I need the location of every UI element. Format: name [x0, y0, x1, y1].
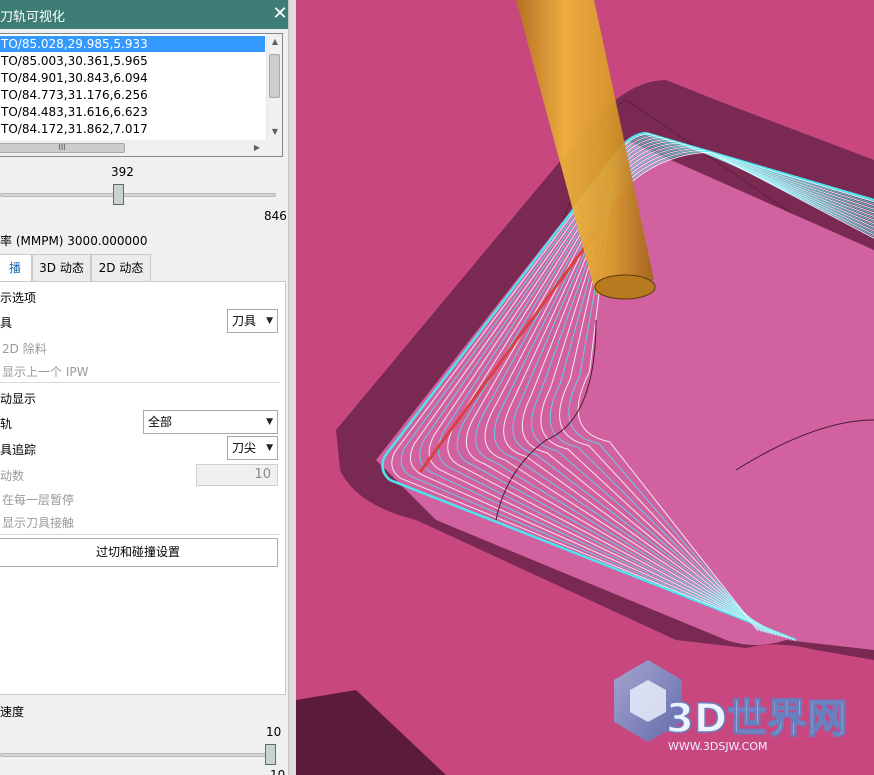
tool-trace-dropdown[interactable]: 刀尖 ▼ — [227, 436, 278, 460]
divider — [0, 382, 280, 383]
divider — [0, 534, 280, 535]
tool-trace-dropdown-value: 刀尖 — [232, 441, 257, 455]
scroll-down-icon[interactable]: ▼ — [267, 124, 283, 140]
scroll-up-icon[interactable]: ▲ — [267, 34, 283, 50]
toolpath-listbox[interactable]: TO/85.028,29.985,5.933 TO/85.003,30.361,… — [0, 33, 283, 157]
list-item[interactable]: TO/84.901,30.843,6.094 — [0, 70, 265, 86]
panel-splitter[interactable] — [288, 0, 296, 775]
feed-rate-label: 率 (MMPM) 3000.000000 — [0, 234, 148, 248]
tool-label: 具 — [0, 316, 13, 330]
position-slider-value: 392 — [111, 165, 134, 179]
toolpath-scene: 3D世界网 WWW.3DSJW.COM — [296, 0, 874, 775]
toolpath-label: 轨 — [0, 417, 13, 431]
toolpath-dropdown[interactable]: 全部 ▼ — [143, 410, 278, 434]
list-item[interactable]: TO/84.483,31.616,6.623 — [0, 104, 265, 120]
show-prev-ipw-checkbox-label[interactable]: 显示上一个 IPW — [2, 363, 88, 380]
tab-2d-dynamic[interactable]: 2D 动态 — [91, 254, 151, 281]
dialog-titlebar: 刀轨可视化 ✕ — [0, 0, 288, 29]
list-item[interactable]: TO/84.773,31.176,6.256 — [0, 87, 265, 103]
display-options-header: 示选项 — [0, 291, 37, 305]
speed-slider-track[interactable] — [0, 753, 276, 757]
watermark-url: WWW.3DSJW.COM — [668, 740, 768, 753]
gouge-collision-settings-button[interactable]: 过切和碰撞设置 — [0, 538, 278, 567]
position-slider-max: 846 — [264, 209, 287, 223]
scrollbar-corner — [266, 140, 282, 156]
show-tool-contact-checkbox-label[interactable]: 显示刀具接触 — [2, 514, 74, 531]
list-item[interactable]: TO/84.172,31.862,7.017 — [0, 121, 265, 137]
watermark-brand: 3D世界网 — [666, 696, 847, 742]
close-icon[interactable]: ✕ — [270, 4, 288, 24]
speed-slider-value: 10 — [266, 725, 282, 739]
toolpath-dropdown-value: 全部 — [148, 415, 173, 429]
scrollbar-thumb[interactable]: III — [0, 143, 125, 153]
motion-count-label: 动数 — [0, 469, 25, 483]
tab-strip: 播 3D 动态 2D 动态 — [0, 254, 288, 282]
toolpath-visualization-dialog: 刀轨可视化 ✕ TO/85.028,29.985,5.933 TO/85.003… — [0, 0, 288, 775]
chevron-down-icon: ▼ — [266, 316, 273, 326]
scroll-right-icon[interactable]: ▶ — [249, 140, 265, 156]
motion-display-header: 动显示 — [0, 392, 37, 406]
chevron-down-icon: ▼ — [266, 443, 273, 453]
speed-slider-thumb[interactable] — [265, 744, 276, 765]
position-slider-thumb[interactable] — [113, 184, 124, 205]
tab-3d-dynamic[interactable]: 3D 动态 — [32, 254, 91, 281]
vertical-scrollbar[interactable]: ▲ ▼ — [266, 34, 282, 140]
remove-2d-checkbox-label[interactable]: 2D 除料 — [2, 340, 47, 357]
dialog-title: 刀轨可视化 — [0, 10, 66, 25]
tool-trace-label: 具追踪 — [0, 443, 37, 457]
horizontal-scrollbar[interactable]: III ▶ — [0, 140, 266, 156]
graphics-viewport[interactable]: 3D世界网 WWW.3DSJW.COM — [296, 0, 874, 775]
pause-each-layer-checkbox-label[interactable]: 在每一层暂停 — [2, 491, 74, 508]
scrollbar-thumb[interactable] — [269, 54, 280, 98]
tab-replay[interactable]: 播 — [0, 254, 32, 282]
chevron-down-icon: ▼ — [266, 417, 273, 427]
tool-dropdown-value: 刀具 — [232, 314, 257, 328]
position-slider-track[interactable] — [0, 193, 276, 197]
speed-label: 速度 — [0, 705, 25, 719]
list-item[interactable]: TO/85.003,30.361,5.965 — [0, 53, 265, 69]
speed-slider-max: 10 — [270, 768, 286, 775]
tool-dropdown[interactable]: 刀具 ▼ — [227, 309, 278, 333]
list-item[interactable]: TO/85.028,29.985,5.933 — [0, 36, 265, 52]
motion-count-input[interactable]: 10 — [196, 464, 278, 486]
